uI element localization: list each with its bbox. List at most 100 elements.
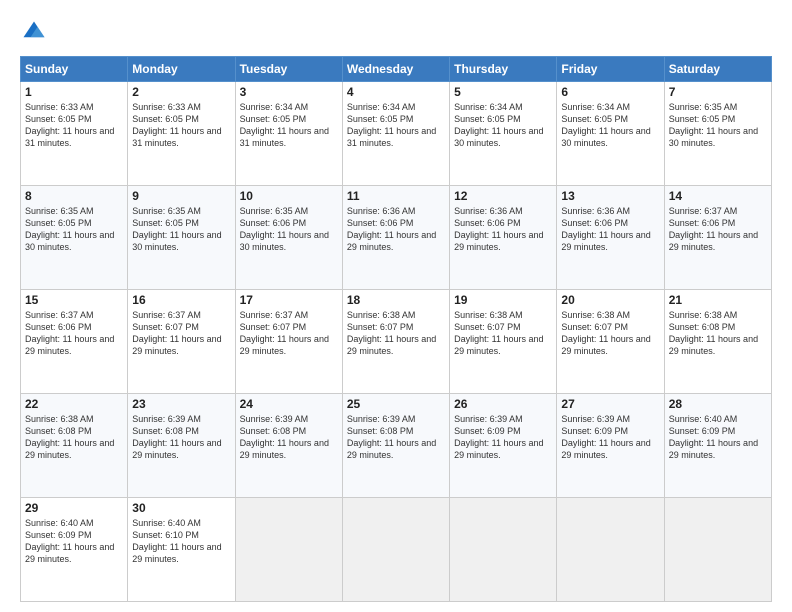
- day-number: 6: [561, 85, 659, 99]
- day-info: Sunrise: 6:37 AMSunset: 6:07 PMDaylight:…: [240, 309, 338, 358]
- calendar-day-cell: 15Sunrise: 6:37 AMSunset: 6:06 PMDayligh…: [21, 290, 128, 394]
- calendar-day-cell: 27 Sunrise: 6:39 AMSunset: 6:09 PMDayligh…: [557, 394, 664, 498]
- day-number: 26: [454, 397, 552, 411]
- day-number: 1: [25, 85, 123, 99]
- day-info: Sunrise: 6:39 AMSunset: 6:08 PMDaylight:…: [240, 413, 338, 462]
- calendar-week-row: 15Sunrise: 6:37 AMSunset: 6:06 PMDayligh…: [21, 290, 772, 394]
- day-number: 9: [132, 189, 230, 203]
- day-info: Sunrise: 6:35 AMSunset: 6:06 PMDaylight:…: [240, 205, 338, 254]
- calendar-day-cell: 16 Sunrise: 6:37 AMSunset: 6:07 PMDayligh…: [128, 290, 235, 394]
- day-info: Sunrise: 6:34 AMSunset: 6:05 PMDaylight:…: [454, 101, 552, 150]
- calendar-day-cell: 7Sunrise: 6:35 AMSunset: 6:05 PMDaylight…: [664, 82, 771, 186]
- day-info: Sunrise: 6:40 AMSunset: 6:10 PMDaylight:…: [132, 517, 230, 566]
- day-info: Sunrise: 6:37 AMSunset: 6:07 PMDaylight:…: [132, 309, 230, 358]
- calendar-day-cell: 9 Sunrise: 6:35 AMSunset: 6:05 PMDaylight…: [128, 186, 235, 290]
- calendar-header-cell: Monday: [128, 57, 235, 82]
- calendar-day-cell: [557, 498, 664, 602]
- calendar-header-cell: Friday: [557, 57, 664, 82]
- day-number: 3: [240, 85, 338, 99]
- day-number: 2: [132, 85, 230, 99]
- day-info: Sunrise: 6:38 AMSunset: 6:08 PMDaylight:…: [25, 413, 123, 462]
- day-number: 22: [25, 397, 123, 411]
- calendar-day-cell: 3 Sunrise: 6:34 AMSunset: 6:05 PMDaylight…: [235, 82, 342, 186]
- day-info: Sunrise: 6:39 AMSunset: 6:08 PMDaylight:…: [132, 413, 230, 462]
- day-number: 29: [25, 501, 123, 515]
- calendar-day-cell: [450, 498, 557, 602]
- day-number: 10: [240, 189, 338, 203]
- day-info: Sunrise: 6:39 AMSunset: 6:09 PMDaylight:…: [454, 413, 552, 462]
- logo: [20, 18, 52, 46]
- calendar-week-row: 29 Sunrise: 6:40 AMSunset: 6:09 PMDayligh…: [21, 498, 772, 602]
- calendar-header-cell: Thursday: [450, 57, 557, 82]
- header: [20, 18, 772, 46]
- calendar-week-row: 8Sunrise: 6:35 AMSunset: 6:05 PMDaylight…: [21, 186, 772, 290]
- day-number: 14: [669, 189, 767, 203]
- day-number: 27: [561, 397, 659, 411]
- calendar-day-cell: 19 Sunrise: 6:38 AMSunset: 6:07 PMDayligh…: [450, 290, 557, 394]
- day-number: 17: [240, 293, 338, 307]
- day-info: Sunrise: 6:38 AMSunset: 6:07 PMDaylight:…: [347, 309, 445, 358]
- calendar-day-cell: 6 Sunrise: 6:34 AMSunset: 6:05 PMDaylight…: [557, 82, 664, 186]
- day-number: 7: [669, 85, 767, 99]
- day-info: Sunrise: 6:38 AMSunset: 6:07 PMDaylight:…: [561, 309, 659, 358]
- day-info: Sunrise: 6:38 AMSunset: 6:07 PMDaylight:…: [454, 309, 552, 358]
- day-info: Sunrise: 6:34 AMSunset: 6:05 PMDaylight:…: [347, 101, 445, 150]
- day-number: 16: [132, 293, 230, 307]
- day-info: Sunrise: 6:34 AMSunset: 6:05 PMDaylight:…: [240, 101, 338, 150]
- calendar-body: 1 Sunrise: 6:33 AMSunset: 6:05 PMDaylight…: [21, 82, 772, 602]
- day-info: Sunrise: 6:40 AMSunset: 6:09 PMDaylight:…: [669, 413, 767, 462]
- calendar-day-cell: 12Sunrise: 6:36 AMSunset: 6:06 PMDayligh…: [450, 186, 557, 290]
- calendar-day-cell: 26 Sunrise: 6:39 AMSunset: 6:09 PMDayligh…: [450, 394, 557, 498]
- calendar-header-cell: Sunday: [21, 57, 128, 82]
- calendar-day-cell: [664, 498, 771, 602]
- day-info: Sunrise: 6:39 AMSunset: 6:09 PMDaylight:…: [561, 413, 659, 462]
- day-info: Sunrise: 6:39 AMSunset: 6:08 PMDaylight:…: [347, 413, 445, 462]
- day-info: Sunrise: 6:40 AMSunset: 6:09 PMDaylight:…: [25, 517, 123, 566]
- calendar-day-cell: 10 Sunrise: 6:35 AMSunset: 6:06 PMDayligh…: [235, 186, 342, 290]
- day-number: 21: [669, 293, 767, 307]
- calendar-day-cell: 28 Sunrise: 6:40 AMSunset: 6:09 PMDayligh…: [664, 394, 771, 498]
- day-info: Sunrise: 6:35 AMSunset: 6:05 PMDaylight:…: [132, 205, 230, 254]
- calendar-day-cell: 22 Sunrise: 6:38 AMSunset: 6:08 PMDayligh…: [21, 394, 128, 498]
- day-info: Sunrise: 6:34 AMSunset: 6:05 PMDaylight:…: [561, 101, 659, 150]
- calendar-header-cell: Tuesday: [235, 57, 342, 82]
- calendar-day-cell: 20 Sunrise: 6:38 AMSunset: 6:07 PMDayligh…: [557, 290, 664, 394]
- calendar-day-cell: 8Sunrise: 6:35 AMSunset: 6:05 PMDaylight…: [21, 186, 128, 290]
- day-number: 19: [454, 293, 552, 307]
- calendar-header-cell: Saturday: [664, 57, 771, 82]
- calendar-day-cell: 14 Sunrise: 6:37 AMSunset: 6:06 PMDayligh…: [664, 186, 771, 290]
- calendar-day-cell: 13 Sunrise: 6:36 AMSunset: 6:06 PMDayligh…: [557, 186, 664, 290]
- calendar-table: SundayMondayTuesdayWednesdayThursdayFrid…: [20, 56, 772, 602]
- calendar-header-cell: Wednesday: [342, 57, 449, 82]
- calendar-header-row: SundayMondayTuesdayWednesdayThursdayFrid…: [21, 57, 772, 82]
- day-info: Sunrise: 6:35 AMSunset: 6:05 PMDaylight:…: [25, 205, 123, 254]
- day-number: 11: [347, 189, 445, 203]
- day-info: Sunrise: 6:37 AMSunset: 6:06 PMDaylight:…: [669, 205, 767, 254]
- calendar-day-cell: 5Sunrise: 6:34 AMSunset: 6:05 PMDaylight…: [450, 82, 557, 186]
- calendar-day-cell: 24 Sunrise: 6:39 AMSunset: 6:08 PMDayligh…: [235, 394, 342, 498]
- day-number: 12: [454, 189, 552, 203]
- calendar-day-cell: [342, 498, 449, 602]
- day-number: 30: [132, 501, 230, 515]
- logo-icon: [20, 18, 48, 46]
- day-number: 24: [240, 397, 338, 411]
- day-info: Sunrise: 6:36 AMSunset: 6:06 PMDaylight:…: [561, 205, 659, 254]
- page: SundayMondayTuesdayWednesdayThursdayFrid…: [0, 0, 792, 612]
- calendar-day-cell: 30 Sunrise: 6:40 AMSunset: 6:10 PMDayligh…: [128, 498, 235, 602]
- day-number: 23: [132, 397, 230, 411]
- calendar-day-cell: 29 Sunrise: 6:40 AMSunset: 6:09 PMDayligh…: [21, 498, 128, 602]
- calendar-week-row: 1 Sunrise: 6:33 AMSunset: 6:05 PMDaylight…: [21, 82, 772, 186]
- day-number: 15: [25, 293, 123, 307]
- day-number: 28: [669, 397, 767, 411]
- day-info: Sunrise: 6:36 AMSunset: 6:06 PMDaylight:…: [347, 205, 445, 254]
- calendar-day-cell: [235, 498, 342, 602]
- day-number: 13: [561, 189, 659, 203]
- calendar-week-row: 22 Sunrise: 6:38 AMSunset: 6:08 PMDayligh…: [21, 394, 772, 498]
- day-number: 25: [347, 397, 445, 411]
- day-number: 20: [561, 293, 659, 307]
- day-info: Sunrise: 6:33 AMSunset: 6:05 PMDaylight:…: [132, 101, 230, 150]
- calendar-day-cell: 21 Sunrise: 6:38 AMSunset: 6:08 PMDayligh…: [664, 290, 771, 394]
- calendar-day-cell: 2 Sunrise: 6:33 AMSunset: 6:05 PMDaylight…: [128, 82, 235, 186]
- calendar-day-cell: 25 Sunrise: 6:39 AMSunset: 6:08 PMDayligh…: [342, 394, 449, 498]
- day-info: Sunrise: 6:38 AMSunset: 6:08 PMDaylight:…: [669, 309, 767, 358]
